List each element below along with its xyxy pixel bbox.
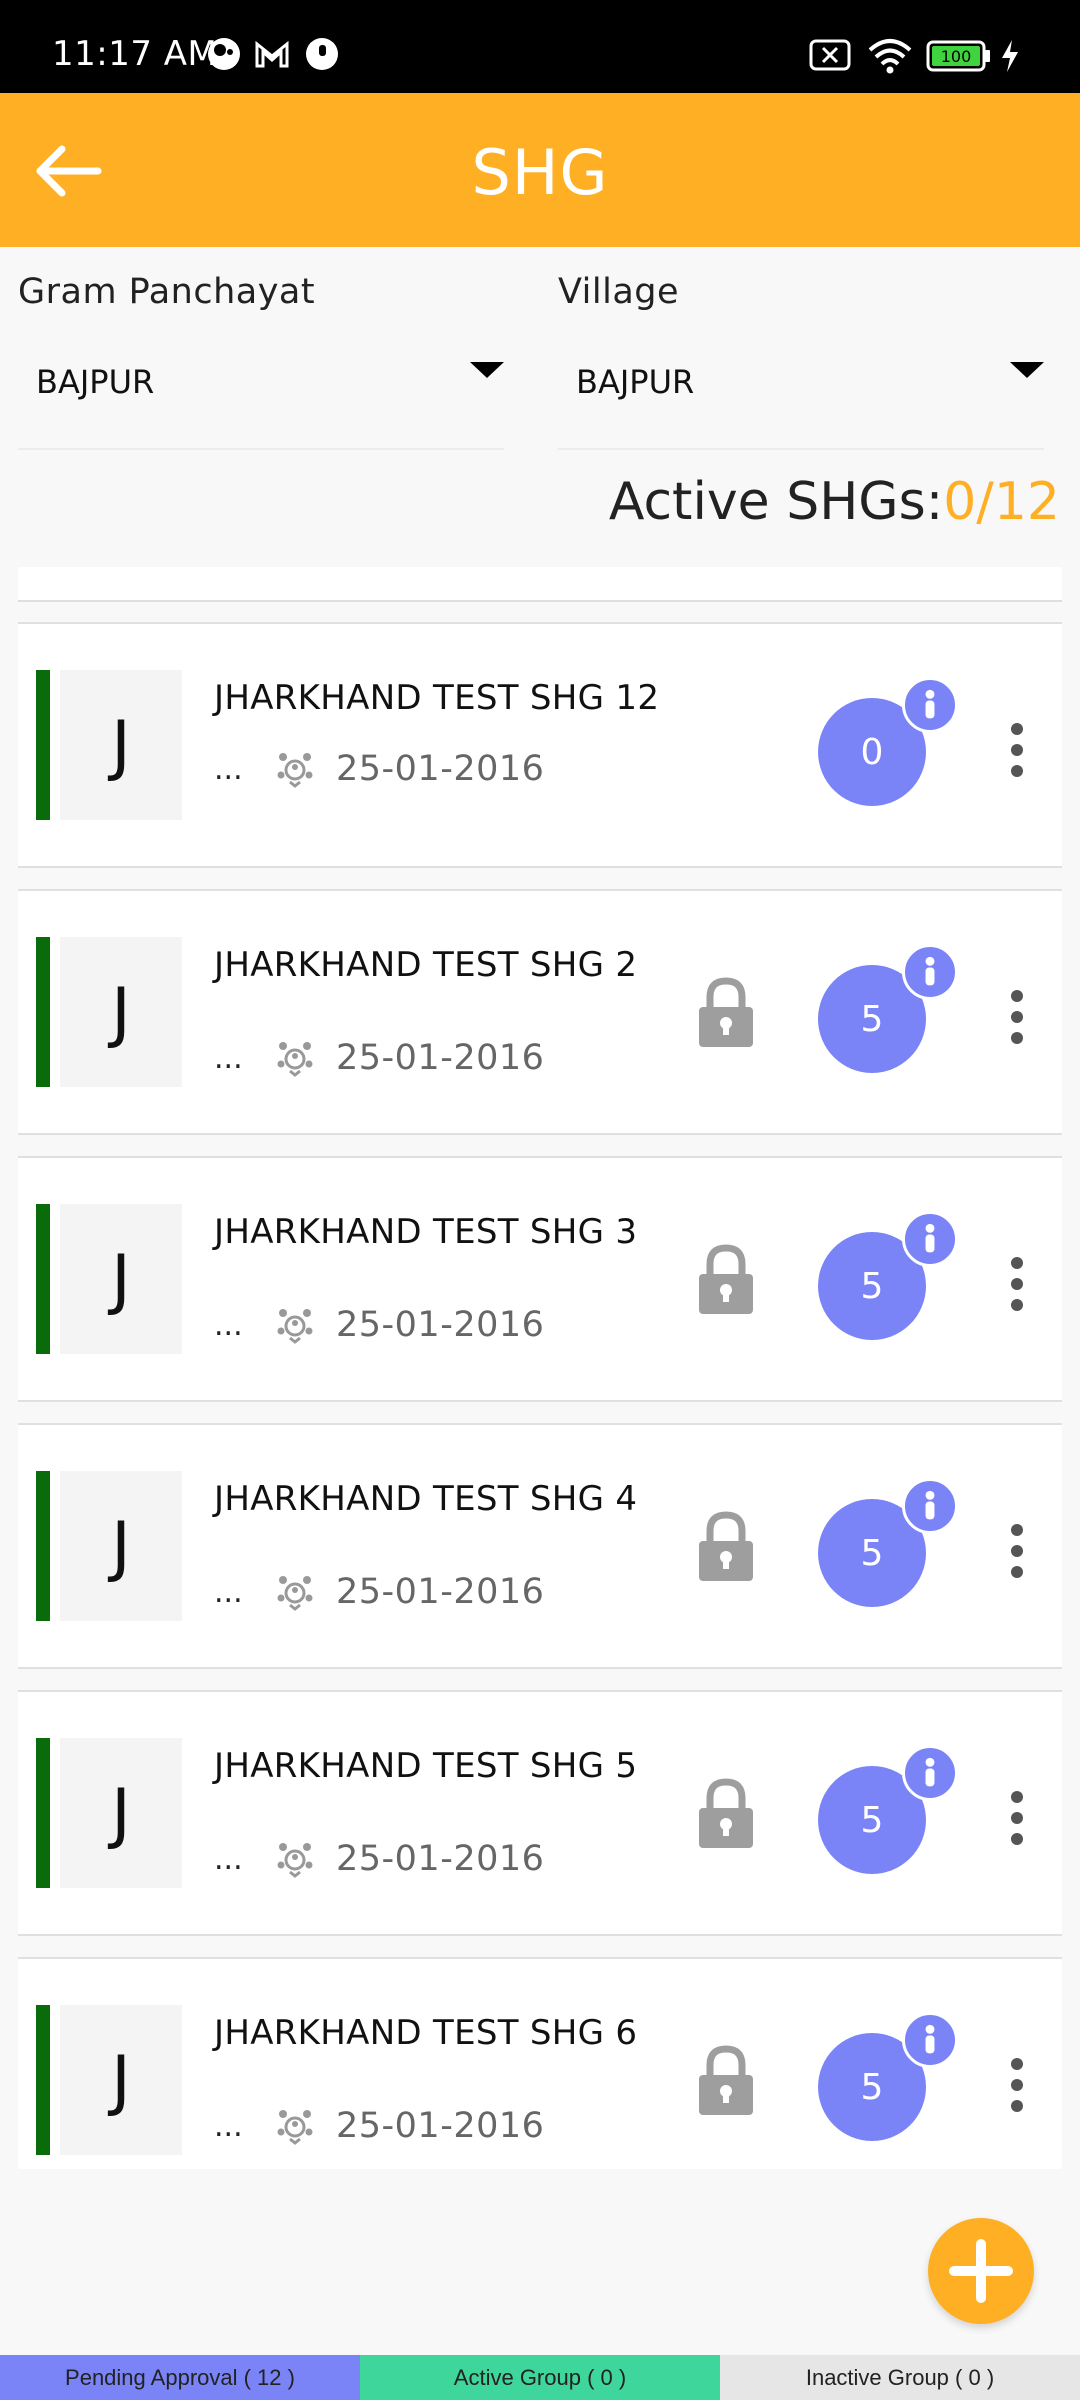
group-members-icon <box>277 1042 313 1077</box>
status-bar-indicator <box>36 937 50 1087</box>
shg-date: 25-01-2016 <box>336 749 545 789</box>
page-title: SHG <box>471 136 609 209</box>
lock-icon <box>699 1244 753 1314</box>
notification-app-icon-2 <box>306 38 338 70</box>
more-options-icon[interactable] <box>1004 1788 1030 1848</box>
shg-avatar: J <box>60 670 182 820</box>
shg-meta: ... 25-01-2016 <box>214 1304 544 1346</box>
shg-date: 25-01-2016 <box>336 1572 545 1612</box>
shg-name: JHARKHAND TEST SHG 12 <box>214 678 660 718</box>
more-options-icon[interactable] <box>1004 2055 1030 2115</box>
info-icon[interactable] <box>902 2012 958 2068</box>
active-shgs-summary: Active SHGs:0/12 <box>609 472 1060 532</box>
gmail-icon <box>255 40 289 68</box>
tab-pending-approval[interactable]: Pending Approval ( 12 ) <box>0 2355 360 2400</box>
shg-meta: ... 25-01-2016 <box>214 1838 544 1880</box>
more-options-icon[interactable] <box>1004 1254 1030 1314</box>
app-bar: SHG <box>0 93 1080 247</box>
shg-meta: ... 25-01-2016 <box>214 1571 544 1613</box>
shg-card[interactable]: J JHARKHAND TEST SHG 3 ... 25-01-2016 5 <box>18 1156 1062 1402</box>
status-bar: 11:17 AM 100 <box>0 0 1080 93</box>
status-time: 11:17 AM <box>52 34 218 74</box>
shg-extra: ... <box>214 751 243 787</box>
info-icon[interactable] <box>902 1478 958 1534</box>
shg-avatar: J <box>60 937 182 1087</box>
shg-extra: ... <box>214 1307 243 1343</box>
plus-icon <box>949 2239 1013 2303</box>
wifi-icon <box>868 39 912 74</box>
shg-extra: ... <box>214 1040 243 1076</box>
info-icon[interactable] <box>902 1745 958 1801</box>
status-bar-indicator <box>36 1471 50 1621</box>
group-members-icon <box>277 753 313 788</box>
tab-inactive-group[interactable]: Inactive Group ( 0 ) <box>720 2355 1080 2400</box>
shg-avatar: J <box>60 1738 182 1888</box>
lock-icon <box>699 1778 753 1848</box>
status-bar-indicator <box>36 1738 50 1888</box>
shg-meta: ... 25-01-2016 <box>214 1037 544 1079</box>
more-options-icon[interactable] <box>1004 1521 1030 1581</box>
shg-name: JHARKHAND TEST SHG 2 <box>214 945 638 985</box>
active-shgs-count: 0/12 <box>943 472 1060 532</box>
more-options-icon[interactable] <box>1004 720 1030 780</box>
village-label: Village <box>558 272 680 312</box>
tab-active-group[interactable]: Active Group ( 0 ) <box>360 2355 720 2400</box>
info-icon[interactable] <box>902 677 958 733</box>
battery-icon: 100 <box>926 40 990 72</box>
gram-panchayat-dropdown[interactable]: BAJPUR <box>18 340 504 450</box>
village-value: BAJPUR <box>576 363 695 401</box>
shg-name: JHARKHAND TEST SHG 4 <box>214 1479 638 1519</box>
status-bar-indicator <box>36 1204 50 1354</box>
status-bar-indicator <box>36 2005 50 2155</box>
list-divider <box>18 567 1062 602</box>
shg-avatar: J <box>60 1204 182 1354</box>
sim-off-icon <box>809 39 851 71</box>
shg-card[interactable]: J JHARKHAND TEST SHG 6 ... 25-01-2016 5 <box>18 1957 1062 2169</box>
shg-date: 25-01-2016 <box>336 2106 545 2146</box>
dropdown-arrow-icon <box>470 362 504 378</box>
shg-meta: ... 25-01-2016 <box>214 2105 544 2147</box>
shg-name: JHARKHAND TEST SHG 6 <box>214 2013 638 2053</box>
shg-card[interactable]: J JHARKHAND TEST SHG 12 ... 25-01-2016 0 <box>18 622 1062 868</box>
group-members-icon <box>277 1576 313 1611</box>
shg-card[interactable]: J JHARKHAND TEST SHG 4 ... 25-01-2016 5 <box>18 1423 1062 1669</box>
bottom-tabs: Pending Approval ( 12 ) Active Group ( 0… <box>0 2355 1080 2400</box>
lock-icon <box>699 977 753 1047</box>
info-icon[interactable] <box>902 1211 958 1267</box>
active-shgs-label: Active SHGs: <box>608 472 944 532</box>
shg-card[interactable]: J JHARKHAND TEST SHG 2 ... 25-01-2016 5 <box>18 889 1062 1135</box>
shg-avatar: J <box>60 1471 182 1621</box>
group-members-icon <box>277 1843 313 1878</box>
shg-date: 25-01-2016 <box>336 1839 545 1879</box>
shg-card[interactable]: J JHARKHAND TEST SHG 5 ... 25-01-2016 5 <box>18 1690 1062 1936</box>
shg-extra: ... <box>214 1841 243 1877</box>
gram-panchayat-value: BAJPUR <box>36 363 155 401</box>
village-dropdown[interactable]: BAJPUR <box>558 340 1044 450</box>
dropdown-arrow-icon <box>1010 362 1044 378</box>
shg-date: 25-01-2016 <box>336 1305 545 1345</box>
charging-icon <box>1002 40 1018 72</box>
more-options-icon[interactable] <box>1004 987 1030 1047</box>
lock-icon <box>699 2045 753 2115</box>
group-members-icon <box>277 2110 313 2145</box>
shg-name: JHARKHAND TEST SHG 5 <box>214 1746 638 1786</box>
shg-extra: ... <box>214 2108 243 2144</box>
status-bar-indicator <box>36 670 50 820</box>
shg-avatar: J <box>60 2005 182 2155</box>
gram-panchayat-label: Gram Panchayat <box>18 272 316 312</box>
shg-name: JHARKHAND TEST SHG 3 <box>214 1212 638 1252</box>
notification-app-icon <box>208 38 240 70</box>
lock-icon <box>699 1511 753 1581</box>
info-icon[interactable] <box>902 944 958 1000</box>
group-members-icon <box>277 1309 313 1344</box>
shg-extra: ... <box>214 1574 243 1610</box>
svg-text:100: 100 <box>941 47 972 66</box>
shg-meta: ... 25-01-2016 <box>214 748 544 790</box>
add-shg-button[interactable] <box>928 2218 1034 2324</box>
shg-date: 25-01-2016 <box>336 1038 545 1078</box>
